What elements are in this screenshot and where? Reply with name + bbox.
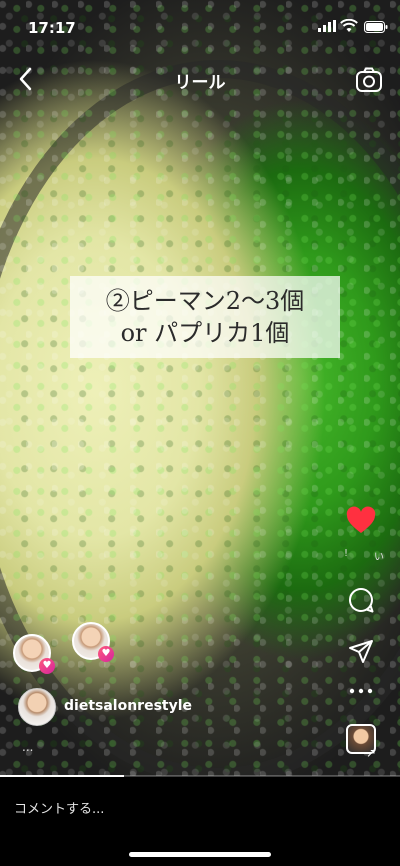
reel-video[interactable]: ②ピーマン2〜3個 or パプリカ1個 — [0, 0, 400, 776]
caption-line-2: or パプリカ1個 — [120, 319, 290, 347]
camera-icon[interactable] — [355, 66, 383, 94]
status-bar: 17:17 — [0, 0, 400, 50]
vegetable-texture — [0, 0, 400, 776]
arrow-up-right-icon: ↗ — [366, 746, 377, 760]
like-count-right: い — [374, 552, 384, 563]
avatar[interactable] — [18, 688, 56, 726]
author-row[interactable]: dietsalonrestyle — [18, 688, 318, 726]
status-time: 17:17 — [28, 19, 76, 37]
paper-plane-icon[interactable] — [347, 638, 375, 666]
more-dots-icon[interactable] — [348, 686, 374, 696]
cell-signal-icon — [318, 20, 336, 32]
video-caption-overlay: ②ピーマン2〜3個 or パプリカ1個 — [70, 276, 340, 358]
top-bar: リール — [0, 60, 400, 100]
like-count-left: ! — [344, 548, 349, 559]
heart-icon[interactable] — [346, 506, 376, 536]
username[interactable]: dietsalonrestyle — [64, 698, 192, 714]
heart-badge-icon: ♥ — [98, 646, 114, 662]
caption-more[interactable]: ... — [22, 740, 33, 754]
speech-bubble-icon[interactable] — [347, 586, 375, 614]
liker-avatar[interactable]: ♥ — [72, 622, 114, 662]
heart-badge-icon: ♥ — [39, 658, 55, 674]
liker-avatar[interactable]: ♥ — [13, 634, 55, 674]
caption-line-1: ②ピーマン2〜3個 — [105, 287, 305, 315]
home-indicator — [129, 852, 271, 857]
like-count[interactable]: ! い — [344, 548, 384, 563]
battery-icon — [364, 21, 388, 33]
comment-bar — [0, 777, 400, 866]
comment-input[interactable] — [14, 797, 314, 821]
page-title: リール — [174, 73, 226, 93]
wifi-icon — [340, 19, 358, 32]
